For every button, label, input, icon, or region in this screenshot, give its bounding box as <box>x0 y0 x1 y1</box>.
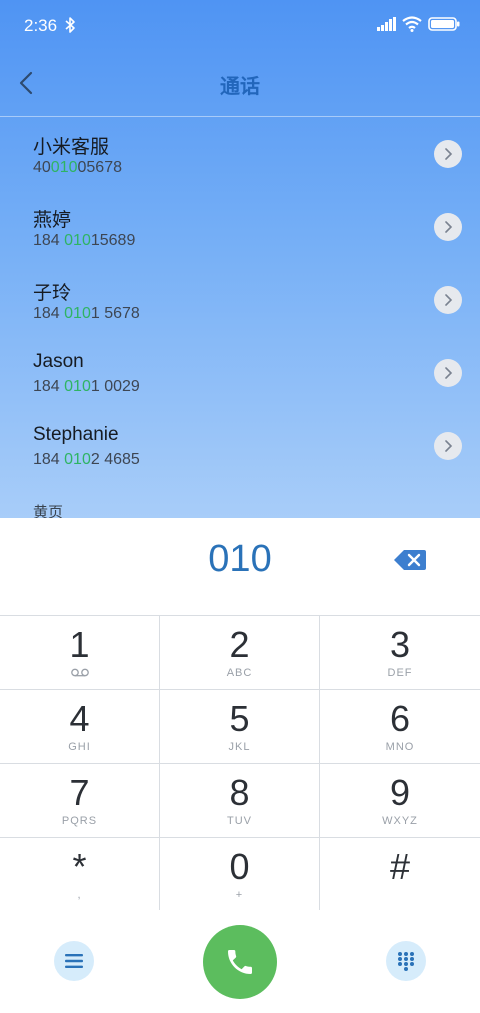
key-hash[interactable]: # <box>320 838 480 911</box>
key-digit: 4 <box>69 698 90 739</box>
contact-item[interactable]: 小米客服 4001005678 <box>0 120 480 193</box>
number-part: 40 <box>33 159 51 176</box>
contact-item[interactable]: 子玲 184 0101 5678 <box>0 266 480 339</box>
number-part: 1 5678 <box>90 305 140 322</box>
key-letters: GHI <box>68 741 91 753</box>
key-digit: 1 <box>69 624 90 665</box>
key-letters: PQRS <box>61 815 98 827</box>
contact-list: 小米客服 4001005678 燕婷 184 01015689 子玲 184 0… <box>0 120 480 485</box>
chevron-right-icon <box>445 148 453 160</box>
key-8[interactable]: 8 TUV <box>160 764 320 838</box>
number-match: 010 <box>64 378 91 395</box>
call-button[interactable] <box>203 925 277 999</box>
key-letters: WXYZ <box>382 815 418 827</box>
contact-name: Stephanie <box>33 424 119 445</box>
key-5[interactable]: 5 JKL <box>160 690 320 764</box>
chevron-right-icon <box>445 221 453 233</box>
key-digit: * <box>72 846 87 887</box>
number-part: 184 <box>33 451 65 468</box>
key-digit: 9 <box>389 772 411 813</box>
key-digit: 6 <box>389 698 411 739</box>
chevron-right-icon <box>445 440 453 452</box>
key-letters: MNO <box>385 741 415 753</box>
section-label-yellow-pages: 黄页 <box>33 503 64 518</box>
contact-number: 184 0102 4685 <box>33 451 140 469</box>
menu-icon <box>65 954 83 968</box>
dialpad-toggle-button[interactable] <box>386 941 426 981</box>
contact-number: 4001005678 <box>33 159 122 177</box>
keypad: 1 2 ABC 3 DEF 4 GHI 5 JKL 6 MNO 7 PQRS 8… <box>0 615 480 911</box>
contact-detail-button[interactable] <box>434 213 462 241</box>
number-part: 1 0029 <box>90 378 140 395</box>
contact-detail-button[interactable] <box>434 432 462 460</box>
key-6[interactable]: 6 MNO <box>320 690 480 764</box>
title-bar: 通话 <box>0 58 480 110</box>
key-digit: 3 <box>389 624 411 665</box>
contact-name: 小米客服 <box>33 137 110 158</box>
bluetooth-icon <box>65 17 75 33</box>
key-0[interactable]: 0 + <box>160 838 320 911</box>
number-match: 010 <box>64 305 91 322</box>
status-bar: 2:36 <box>0 0 480 52</box>
key-letters: , <box>77 889 82 901</box>
contact-name: 燕婷 <box>33 210 72 231</box>
key-3[interactable]: 3 DEF <box>320 616 480 690</box>
key-1[interactable]: 1 <box>0 616 160 690</box>
key-digit: 8 <box>229 772 250 813</box>
key-letters: ABC <box>226 667 253 679</box>
menu-button[interactable] <box>54 941 94 981</box>
contact-detail-button[interactable] <box>434 286 462 314</box>
battery-icon <box>428 17 460 31</box>
number-part: 184 <box>33 232 65 249</box>
chevron-right-icon <box>445 367 453 379</box>
number-part: 05678 <box>77 159 123 176</box>
wifi-icon <box>402 16 422 32</box>
key-letters: JKL <box>228 741 251 753</box>
contact-detail-button[interactable] <box>434 140 462 168</box>
voicemail-icon <box>71 668 89 677</box>
chevron-right-icon <box>445 294 453 306</box>
key-9[interactable]: 9 WXYZ <box>320 764 480 838</box>
page-title: 通话 <box>220 74 260 98</box>
key-2[interactable]: 2 ABC <box>160 616 320 690</box>
key-digit: # <box>389 846 411 887</box>
dialpad-icon <box>398 952 414 971</box>
number-part: 2 4685 <box>90 451 140 468</box>
number-match: 010 <box>50 159 78 176</box>
backspace-icon[interactable] <box>394 550 426 570</box>
key-digit: 2 <box>229 624 250 665</box>
number-part: 184 <box>33 378 65 395</box>
number-part: 15689 <box>90 232 136 249</box>
key-digit: 5 <box>229 698 250 739</box>
dial-display: 010 <box>0 518 480 615</box>
contact-name: 子玲 <box>33 283 72 304</box>
contact-item[interactable]: Stephanie 184 0102 4685 <box>0 412 480 485</box>
key-7[interactable]: 7 PQRS <box>0 764 160 838</box>
number-match: 010 <box>64 451 91 468</box>
key-digit: 7 <box>69 772 90 813</box>
contact-number: 184 0101 5678 <box>33 305 140 323</box>
phone-icon <box>228 950 252 974</box>
key-letters: DEF <box>387 667 413 679</box>
key-4[interactable]: 4 GHI <box>0 690 160 764</box>
key-star[interactable]: * , <box>0 838 160 911</box>
key-letters: + <box>235 889 244 901</box>
contact-item[interactable]: Jason 184 0101 0029 <box>0 339 480 412</box>
number-part: 184 <box>33 305 65 322</box>
key-letters: TUV <box>227 815 252 827</box>
bottom-action-bar <box>0 910 480 1013</box>
contact-number: 184 01015689 <box>33 232 135 250</box>
contact-name: Jason <box>33 351 84 372</box>
signal-icon <box>377 17 396 31</box>
contact-item[interactable]: 燕婷 184 01015689 <box>0 193 480 266</box>
contact-detail-button[interactable] <box>434 359 462 387</box>
contact-number: 184 0101 0029 <box>33 378 140 396</box>
contact-results-panel: 2:36 通话 小米客服 4001005678 燕婷 184 01015689 … <box>0 0 480 518</box>
key-digit: 0 <box>229 846 250 887</box>
status-time: 2:36 <box>24 16 58 35</box>
title-divider <box>0 116 480 117</box>
number-match: 010 <box>64 232 91 249</box>
